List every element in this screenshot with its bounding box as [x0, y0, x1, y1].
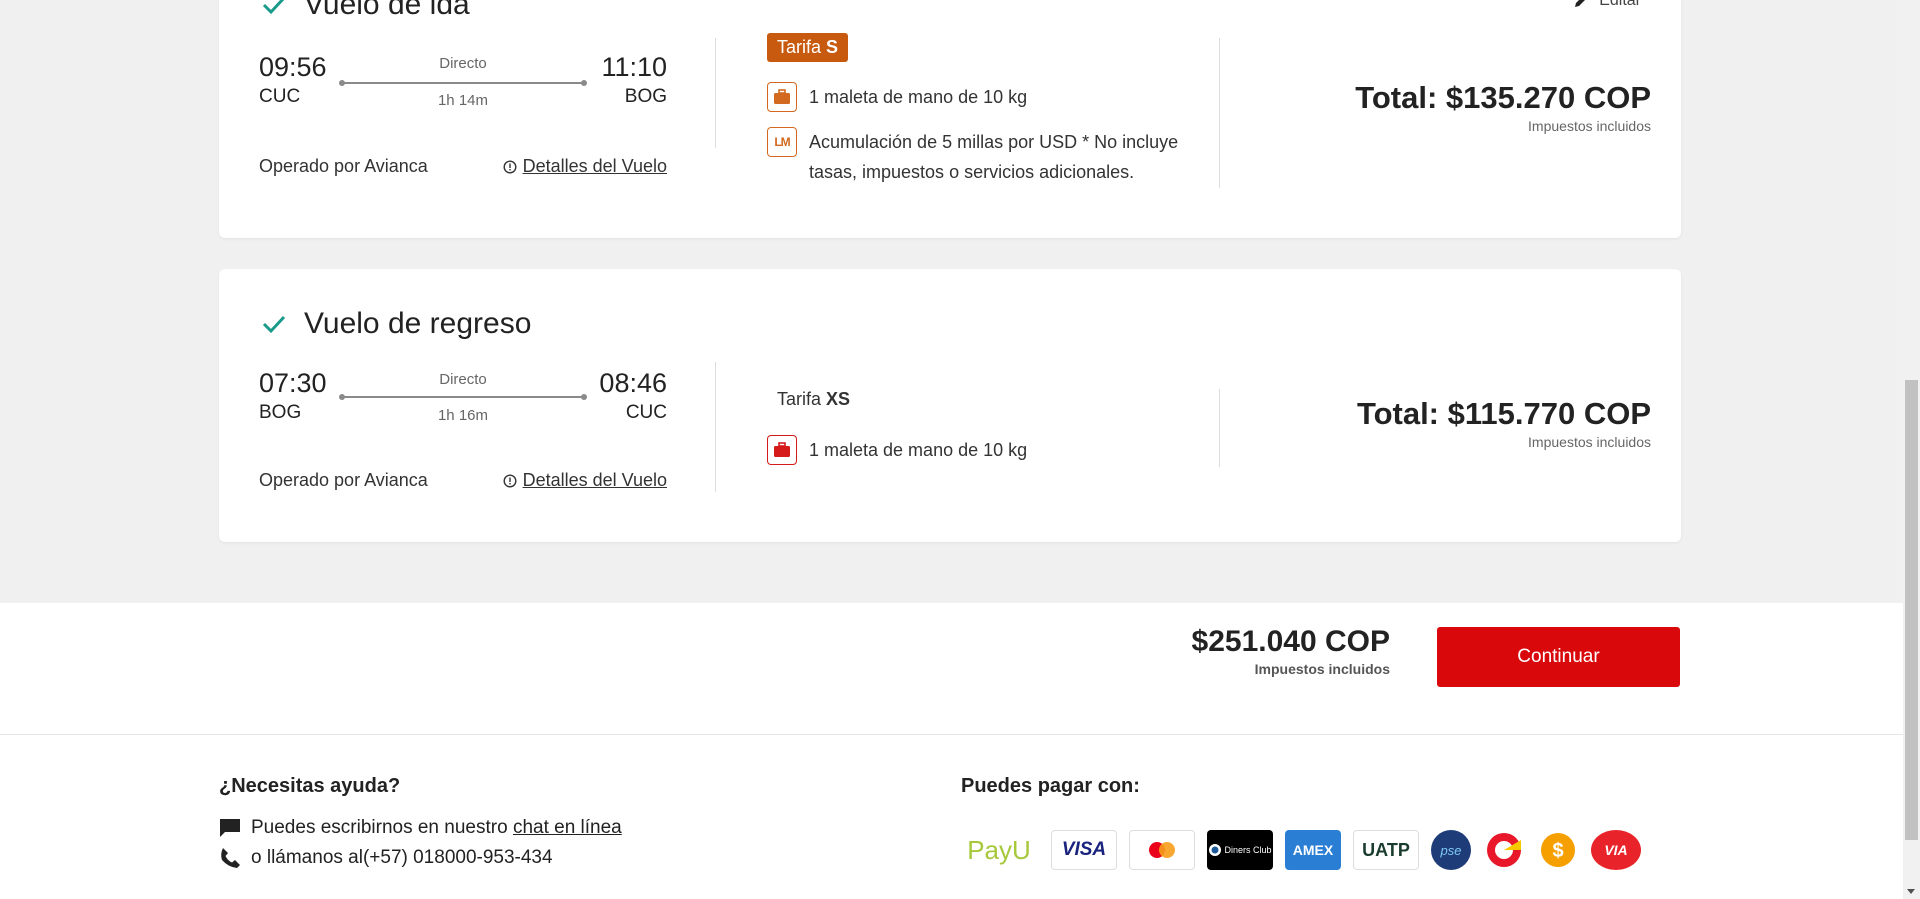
lm-badge-text: LM	[774, 135, 790, 149]
divider	[715, 362, 716, 492]
arrival-time: 11:10	[601, 52, 667, 82]
fare-label: Tarifa XS	[777, 389, 850, 410]
lifemiles-icon: LM	[767, 127, 797, 157]
grand-total: $251.040 COP Impuestos incluidos	[1192, 625, 1390, 677]
help-title: ¿Necesitas ayuda?	[219, 775, 401, 797]
phone-icon	[221, 848, 240, 868]
fare-code: XS	[826, 389, 851, 409]
divider	[1219, 389, 1220, 467]
flight-details-label: Detalles del Vuelo	[522, 470, 667, 490]
flight-details-label: Detalles del Vuelo	[522, 156, 667, 176]
payu-logo: PayU	[967, 834, 1031, 865]
stops-label: Directo	[439, 371, 487, 388]
pay-title: Puedes pagar con:	[961, 775, 1140, 797]
scroll-down-icon[interactable]	[1907, 889, 1915, 894]
fare-prefix: Tarifa	[777, 37, 822, 57]
duration-label: 1h 16m	[437, 407, 489, 424]
grand-total-amount: $251.040 COP	[1191, 625, 1390, 658]
operator-label: Operado por Avianca	[259, 156, 428, 176]
taxes-note: Impuestos incluidos	[1528, 118, 1651, 134]
return-flight-card: Vuelo de regreso 07:30 BOG Directo 1h 16…	[219, 269, 1681, 542]
benefit-text-cont: tasas, impuestos o servicios adicionales…	[809, 162, 1135, 182]
chat-link[interactable]: chat en línea	[513, 817, 622, 838]
suitcase-icon	[767, 435, 797, 465]
taxes-note: Impuestos incluidos	[1254, 661, 1390, 677]
scrollbar-thumb[interactable]	[1905, 380, 1918, 840]
payment-logos: PayU VISA Diners Club AMEX UATP pse $ VI…	[959, 830, 1641, 870]
duration-label: 1h 14m	[437, 92, 489, 109]
info-icon	[503, 159, 517, 174]
pencil-icon	[1575, 0, 1586, 7]
efecty-logo	[1483, 830, 1525, 870]
baloto-logo: $	[1537, 830, 1579, 870]
pse-logo: pse	[1431, 830, 1471, 870]
suitcase-icon	[767, 82, 797, 112]
continue-button[interactable]: Continuar	[1437, 627, 1680, 687]
edit-link[interactable]: Editar	[1573, 0, 1641, 10]
outbound-flight-card: Vuelo de ida Editar 09:56 CUC Directo 1h…	[219, 0, 1681, 238]
mastercard-logo	[1129, 830, 1195, 870]
chat-bubble-icon	[220, 819, 240, 837]
scrollbar[interactable]	[1903, 0, 1920, 899]
edit-label: Editar	[1599, 0, 1641, 9]
benefit-text: Acumulación de 5 millas por USD * No inc…	[809, 132, 1179, 152]
svg-text:$: $	[1552, 840, 1563, 862]
route-line	[339, 80, 587, 86]
departure-time: 07:30	[259, 368, 327, 398]
arrival-airport: CUC	[625, 402, 667, 423]
outbound-total: Total: $135.270 COP Impuestos incluidos	[1355, 80, 1651, 134]
benefit-carry-on: 1 maleta de mano de 10 kg	[767, 435, 1027, 465]
benefit-text: 1 maleta de mano de 10 kg	[809, 440, 1028, 460]
visa-logo: VISA	[1051, 830, 1117, 870]
benefit-miles: LM Acumulación de 5 millas por USD * No …	[767, 127, 1178, 187]
benefit-text: 1 maleta de mano de 10 kg	[809, 87, 1028, 107]
route-line	[339, 394, 587, 400]
benefit-carry-on: 1 maleta de mano de 10 kg	[767, 82, 1027, 112]
taxes-note: Impuestos incluidos	[1528, 434, 1651, 450]
departure-airport: BOG	[259, 402, 302, 423]
operator-label: Operado por Avianca	[259, 470, 428, 490]
phone-line: o llámanos al(+57) 018000-953-434	[219, 847, 553, 869]
divider	[1219, 38, 1220, 188]
departure-airport: CUC	[259, 86, 301, 107]
chat-prefix: Puedes escribirnos en nuestro	[251, 817, 508, 838]
footer: ¿Necesitas ayuda? Puedes escribirnos en …	[0, 734, 1903, 899]
outbound-total-amount: Total: $135.270 COP	[1355, 80, 1651, 115]
arrival-time: 08:46	[599, 368, 667, 398]
phone-text: o llámanos al(+57) 018000-953-434	[251, 847, 553, 868]
return-itinerary: 07:30 BOG Directo 1h 16m 08:46 CUC Opera…	[259, 269, 667, 542]
via-logo: VIA	[1591, 830, 1641, 870]
fare-badge: Tarifa S	[767, 33, 849, 62]
divider	[715, 38, 716, 148]
amex-logo: AMEX	[1285, 830, 1341, 870]
stops-label: Directo	[439, 55, 487, 72]
fare-prefix: Tarifa	[777, 389, 822, 409]
chat-line: Puedes escribirnos en nuestro chat en lí…	[219, 817, 622, 839]
diners-club-logo: Diners Club	[1207, 830, 1273, 870]
fare-code: S	[826, 37, 839, 57]
outbound-itinerary: 09:56 CUC Directo 1h 14m 11:10 BOG Opera…	[259, 0, 667, 238]
info-icon	[503, 473, 517, 488]
uatp-logo: UATP	[1353, 830, 1419, 870]
return-total: Total: $115.770 COP Impuestos incluidos	[1357, 396, 1651, 450]
flight-details-link[interactable]: Detalles del Vuelo	[503, 156, 667, 177]
arrival-airport: BOG	[624, 86, 667, 107]
flight-details-link[interactable]: Detalles del Vuelo	[503, 470, 667, 491]
departure-time: 09:56	[259, 52, 327, 82]
summary-bar: $251.040 COP Impuestos incluidos Continu…	[0, 603, 1903, 734]
return-total-amount: Total: $115.770 COP	[1356, 396, 1651, 431]
